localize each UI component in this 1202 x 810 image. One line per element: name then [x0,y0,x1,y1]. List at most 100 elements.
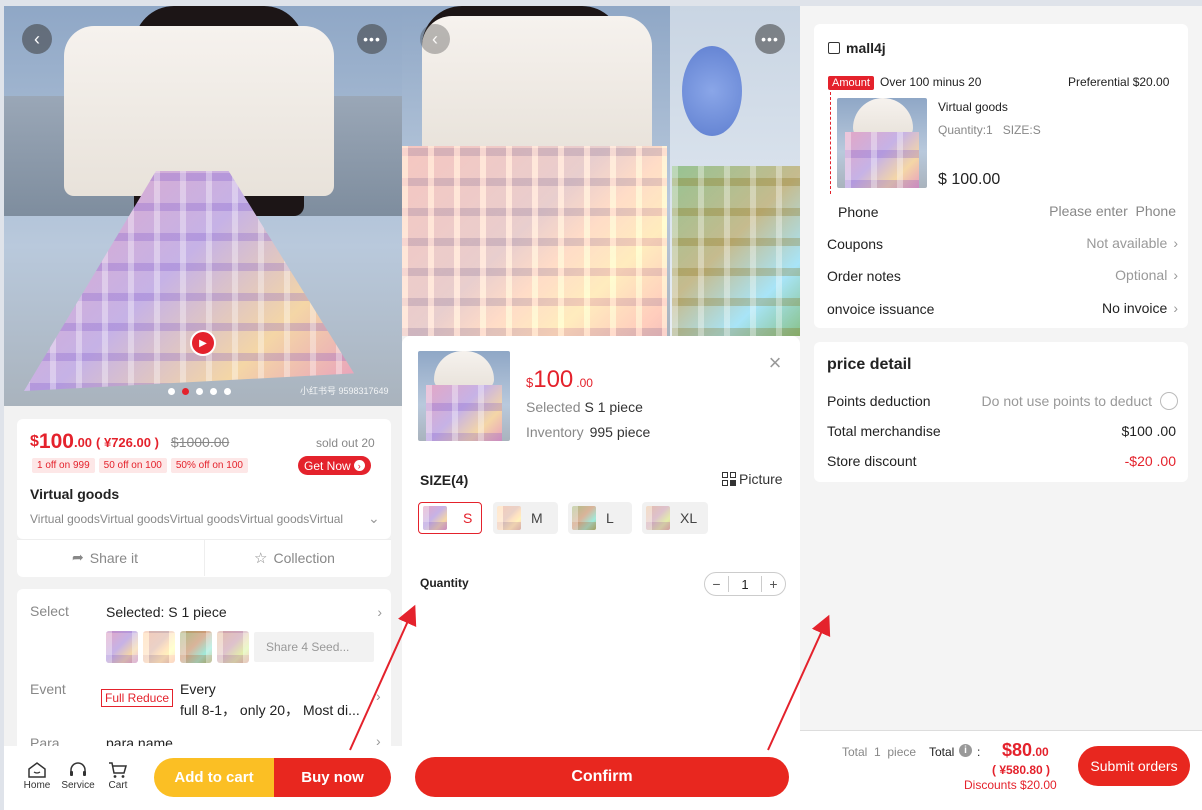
notes-label: Order notes [827,268,901,284]
shop-header[interactable]: mall4j [828,40,886,56]
size-thumb [497,506,521,530]
shop-icon [828,42,840,54]
gallery-dot[interactable] [210,388,217,395]
price-integer: 100 [533,366,574,393]
chevron-right-icon: › [1173,235,1178,251]
get-now-button[interactable]: Get Now › [298,456,371,475]
discounts-text: Discounts $20.00 [964,778,1057,792]
star-icon: ☆ [254,550,268,567]
picture-label: Picture [739,471,783,487]
cart-icon [107,760,129,780]
collection-button[interactable]: ☆ Collection [254,549,335,567]
selected-label: Selected [526,399,581,415]
add-to-cart-button[interactable]: Add to cart [154,758,274,797]
share-button[interactable]: ➦ Share it [72,549,138,566]
coupons-row[interactable]: Not available › [1040,235,1178,251]
promo-tag: 50% off on 100 [170,458,248,473]
size-option-m[interactable]: M [493,502,558,534]
order-item-title: Virtual goods [938,100,1008,114]
confirm-button[interactable]: Confirm [415,757,789,797]
product-detail-panel: ‹ ••• ▶ 小红书号 9598317649 $ 100 .00 ( ¥726… [4,6,402,810]
picture-toggle[interactable]: Picture [722,471,783,487]
total-count: Total 1 piece [842,745,917,759]
info-icon[interactable]: i [959,744,972,757]
arrow-right-circle-icon: › [353,460,365,471]
nav-cart[interactable]: Cart [100,760,136,791]
gallery-dot[interactable] [168,388,175,395]
phone-label: Phone [838,204,879,220]
chevron-right-icon: › [1173,267,1178,283]
nav-cart-label: Cart [108,780,128,791]
play-icon[interactable]: ▶ [190,330,216,356]
invoice-row[interactable]: No invoice › [1040,300,1178,316]
more-icon[interactable]: ••• [755,24,785,54]
radio-circle-icon[interactable] [1160,392,1178,410]
quantity-label: Quantity [420,576,469,590]
price-decimal: .00 [576,376,593,390]
size-thumb [423,506,447,530]
submit-orders-button[interactable]: Submit orders [1078,746,1190,786]
invoice-value: No invoice [1101,300,1168,316]
size-option-l[interactable]: L [568,502,632,534]
variant-thumb[interactable] [143,631,175,663]
back-icon[interactable]: ‹ [420,24,450,54]
buy-now-button[interactable]: Buy now [274,758,391,797]
gallery-dot[interactable] [224,388,231,395]
size-option-s[interactable]: S [418,502,482,534]
qr-grid-icon [722,472,736,486]
collection-label: Collection [273,550,335,566]
event-line1: Every [180,681,216,697]
total-decimal: .00 [1032,745,1049,759]
product-desc: Virtual goodsVirtual goodsVirtual goodsV… [30,511,344,526]
price-cny: ( ¥726.00 ) [96,434,159,450]
chevron-down-icon[interactable]: ⌄ [368,510,380,527]
flower-image [682,46,742,136]
merch-label: Total merchandise [827,423,941,439]
more-icon[interactable]: ••• [357,24,387,54]
inventory-label: Inventory [526,424,584,440]
watermark: 小红书号 9598317649 [300,386,389,396]
select-row[interactable]: Selected: S 1 piece › [106,604,382,620]
size-option-xl[interactable]: XL [642,502,708,534]
share-label: Share it [89,549,138,566]
quantity-input[interactable]: 1 [729,577,761,592]
points-row[interactable]: Do not use points to deduct [960,392,1178,410]
nav-service[interactable]: Service [58,760,98,791]
selected-value: S 1 piece [584,399,643,415]
promo-tag: 50 off on 100 [98,458,167,473]
amount-badge: Amount [828,76,874,90]
variant-thumb[interactable] [217,631,249,663]
get-now-label: Get Now [304,458,351,473]
size-label: XL [680,510,698,526]
selected-info: Selected S 1 piece [526,399,643,415]
nav-home[interactable]: Home [18,760,56,791]
notes-value: Optional [1115,267,1168,283]
discount-label: Store discount [827,453,917,469]
minus-button[interactable]: − [705,576,729,592]
variant-thumb[interactable] [106,631,138,663]
total-label: Total [929,745,955,759]
size-label: S [463,510,473,526]
notes-row[interactable]: Optional › [1040,267,1178,283]
variant-thumbs: Share 4 Seed... [106,631,374,663]
inventory-value: 995 piece [589,424,651,440]
phone-input[interactable]: Please enter Phone [1040,203,1176,219]
shop-name: mall4j [846,40,886,56]
gallery-dot-active[interactable] [182,388,189,395]
size-thumb [646,506,670,530]
coupons-value: Not available [1086,235,1168,251]
total-price: $80 .00 [1002,740,1049,761]
promo-bracket [830,92,831,194]
chevron-right-icon[interactable]: › [376,688,381,704]
variant-thumb[interactable] [180,631,212,663]
back-icon[interactable]: ‹ [22,24,52,54]
order-item-meta: Quantity:1 SIZE:S [938,123,1041,137]
product-desc-row[interactable]: Virtual goodsVirtual goodsVirtual goodsV… [30,510,382,527]
event-line2[interactable]: full 8-1， only 20， Most di... [180,700,370,720]
points-label: Points deduction [827,393,931,409]
coupons-label: Coupons [827,236,884,252]
plus-button[interactable]: + [761,576,785,592]
share-seeds-box[interactable]: Share 4 Seed... [254,632,374,662]
close-icon[interactable]: × [760,348,790,378]
gallery-dot[interactable] [196,388,203,395]
